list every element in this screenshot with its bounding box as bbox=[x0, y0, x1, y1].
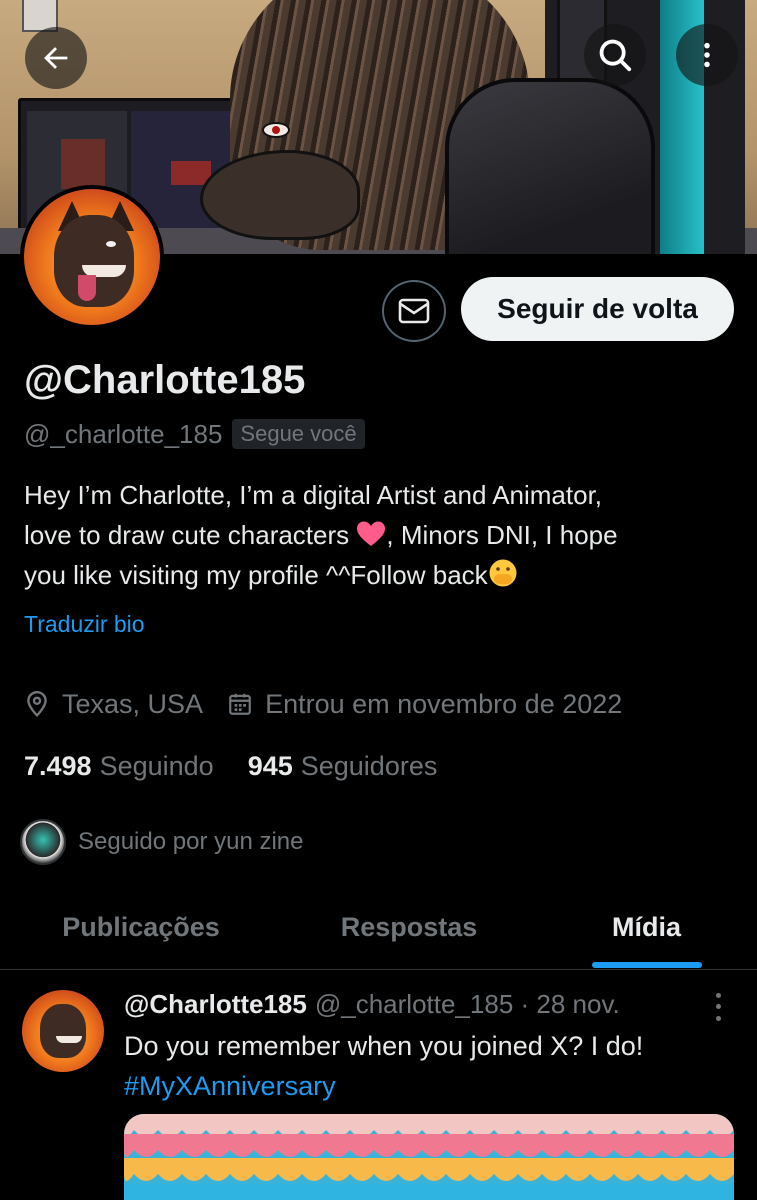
banner-character-eye bbox=[262, 122, 290, 138]
bio-line: you like visiting my profile ^^Follow ba… bbox=[24, 555, 736, 595]
handle-row: @_charlotte_185 Segue você bbox=[24, 416, 365, 452]
mail-icon bbox=[398, 298, 430, 324]
post-author-avatar[interactable] bbox=[22, 990, 104, 1072]
profile-handle: @_charlotte_185 bbox=[24, 418, 223, 449]
banner-chair bbox=[445, 78, 655, 254]
post-media-image[interactable] bbox=[124, 1114, 734, 1200]
profile-meta: Texas, USA Entrou em novembro de 2022 bbox=[24, 684, 622, 724]
followed-by-text: Seguido por yun zine bbox=[78, 828, 304, 855]
post-text: Do you remember when you joined X? I do!… bbox=[124, 1026, 734, 1106]
calendar-icon bbox=[227, 691, 253, 717]
back-button[interactable] bbox=[25, 27, 87, 89]
followed-by-row[interactable]: Seguido por yun zine bbox=[20, 818, 304, 866]
search-button[interactable] bbox=[584, 24, 646, 86]
tab-media[interactable]: Mídia bbox=[536, 884, 757, 970]
profile-bio: Hey I’m Charlotte, I’m a digital Artist … bbox=[24, 475, 736, 595]
pink-heart-icon bbox=[357, 521, 386, 546]
arrow-left-icon bbox=[44, 47, 68, 69]
message-button[interactable] bbox=[382, 280, 446, 342]
post-text-line: Do you remember when you joined X? I do! bbox=[124, 1031, 644, 1061]
follow-back-button[interactable]: Seguir de volta bbox=[461, 277, 734, 341]
followers-link[interactable]: 945 Seguidores bbox=[248, 751, 438, 782]
more-vertical-icon bbox=[704, 42, 710, 68]
more-options-button[interactable] bbox=[676, 24, 738, 86]
mutual-follower-avatar bbox=[20, 819, 66, 865]
tab-posts[interactable]: Publicações bbox=[0, 884, 282, 970]
post-author-name[interactable]: @Charlotte185 bbox=[124, 989, 307, 1020]
bio-text: you like visiting my profile ^^Follow ba… bbox=[24, 560, 488, 590]
location-pin-icon bbox=[24, 690, 50, 718]
more-vertical-icon bbox=[715, 993, 721, 999]
active-tab-indicator bbox=[592, 962, 702, 968]
follow-stats: 7.498 Seguindo 945 Seguidores bbox=[24, 746, 437, 786]
profile-tabs: Publicações Respostas Mídia bbox=[0, 884, 757, 970]
bio-text: love to draw cute characters bbox=[24, 520, 350, 550]
bio-text: , Minors DNI, I hope bbox=[386, 520, 618, 550]
face-with-hand-over-mouth-icon bbox=[489, 559, 517, 587]
post-author-meta: @_charlotte_185 · 28 nov. bbox=[314, 988, 620, 1019]
following-label: Seguindo bbox=[99, 750, 214, 781]
profile-display-name: @Charlotte185 bbox=[24, 358, 306, 402]
bio-line: love to draw cute characters , Minors DN… bbox=[24, 515, 736, 555]
following-count: 7.498 bbox=[24, 750, 92, 781]
profile-joined-date: Entrou em novembro de 2022 bbox=[265, 688, 623, 719]
bio-line: Hey I’m Charlotte, I’m a digital Artist … bbox=[24, 480, 603, 510]
post-hashtag[interactable]: #MyXAnniversary bbox=[124, 1066, 734, 1106]
followers-count: 945 bbox=[247, 750, 293, 781]
follows-you-badge: Segue você bbox=[232, 419, 365, 449]
post-header: @Charlotte185 @_charlotte_185 · 28 nov. bbox=[124, 986, 620, 1022]
profile-avatar[interactable] bbox=[20, 185, 164, 329]
tab-replies[interactable]: Respostas bbox=[282, 884, 536, 970]
profile-location: Texas, USA bbox=[62, 688, 204, 719]
followers-label: Seguidores bbox=[300, 750, 438, 781]
following-link[interactable]: 7.498 Seguindo bbox=[24, 751, 214, 782]
translate-bio-link[interactable]: Traduzir bio bbox=[24, 611, 145, 638]
post-more-button[interactable] bbox=[706, 990, 730, 1024]
search-icon bbox=[599, 39, 632, 72]
